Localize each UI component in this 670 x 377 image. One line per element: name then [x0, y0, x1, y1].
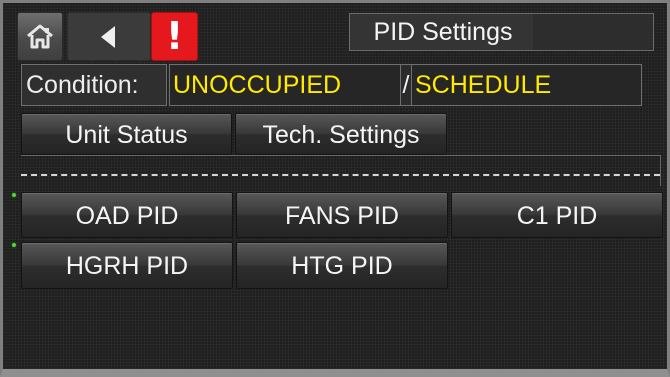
- condition-separator: /: [401, 64, 411, 106]
- title-panel: [533, 13, 654, 51]
- condition-label: Condition:: [21, 64, 167, 106]
- back-arrow-icon: [97, 24, 121, 50]
- status-indicator-dot: [11, 192, 17, 198]
- dashed-divider-line: [21, 174, 660, 176]
- hgrh-pid-button[interactable]: HGRH PID: [21, 242, 233, 289]
- top-bar: ! PID Settings: [17, 12, 655, 61]
- alert-button[interactable]: !: [151, 12, 198, 61]
- occupancy-status: UNOCCUPIED: [169, 64, 401, 106]
- hvac-controller-screen: ! PID Settings Condition: UNOCCUPIED / S…: [0, 0, 670, 377]
- home-icon: [25, 23, 55, 50]
- condition-row: Condition: UNOCCUPIED / SCHEDULE: [21, 64, 643, 106]
- back-button[interactable]: [67, 12, 151, 61]
- fans-pid-button[interactable]: FANS PID: [236, 192, 448, 238]
- oad-pid-button[interactable]: OAD PID: [21, 192, 233, 238]
- unit-status-button[interactable]: Unit Status: [21, 113, 232, 155]
- home-button[interactable]: [17, 12, 63, 61]
- section-divider: [21, 155, 661, 186]
- tech-settings-button[interactable]: Tech. Settings: [235, 113, 447, 155]
- exclamation-icon: !: [165, 14, 184, 58]
- status-indicator-dot: [11, 242, 17, 248]
- page-title: PID Settings: [349, 13, 537, 51]
- c1-pid-button[interactable]: C1 PID: [451, 192, 663, 238]
- schedule-mode: SCHEDULE: [411, 64, 642, 106]
- htg-pid-button[interactable]: HTG PID: [236, 242, 448, 289]
